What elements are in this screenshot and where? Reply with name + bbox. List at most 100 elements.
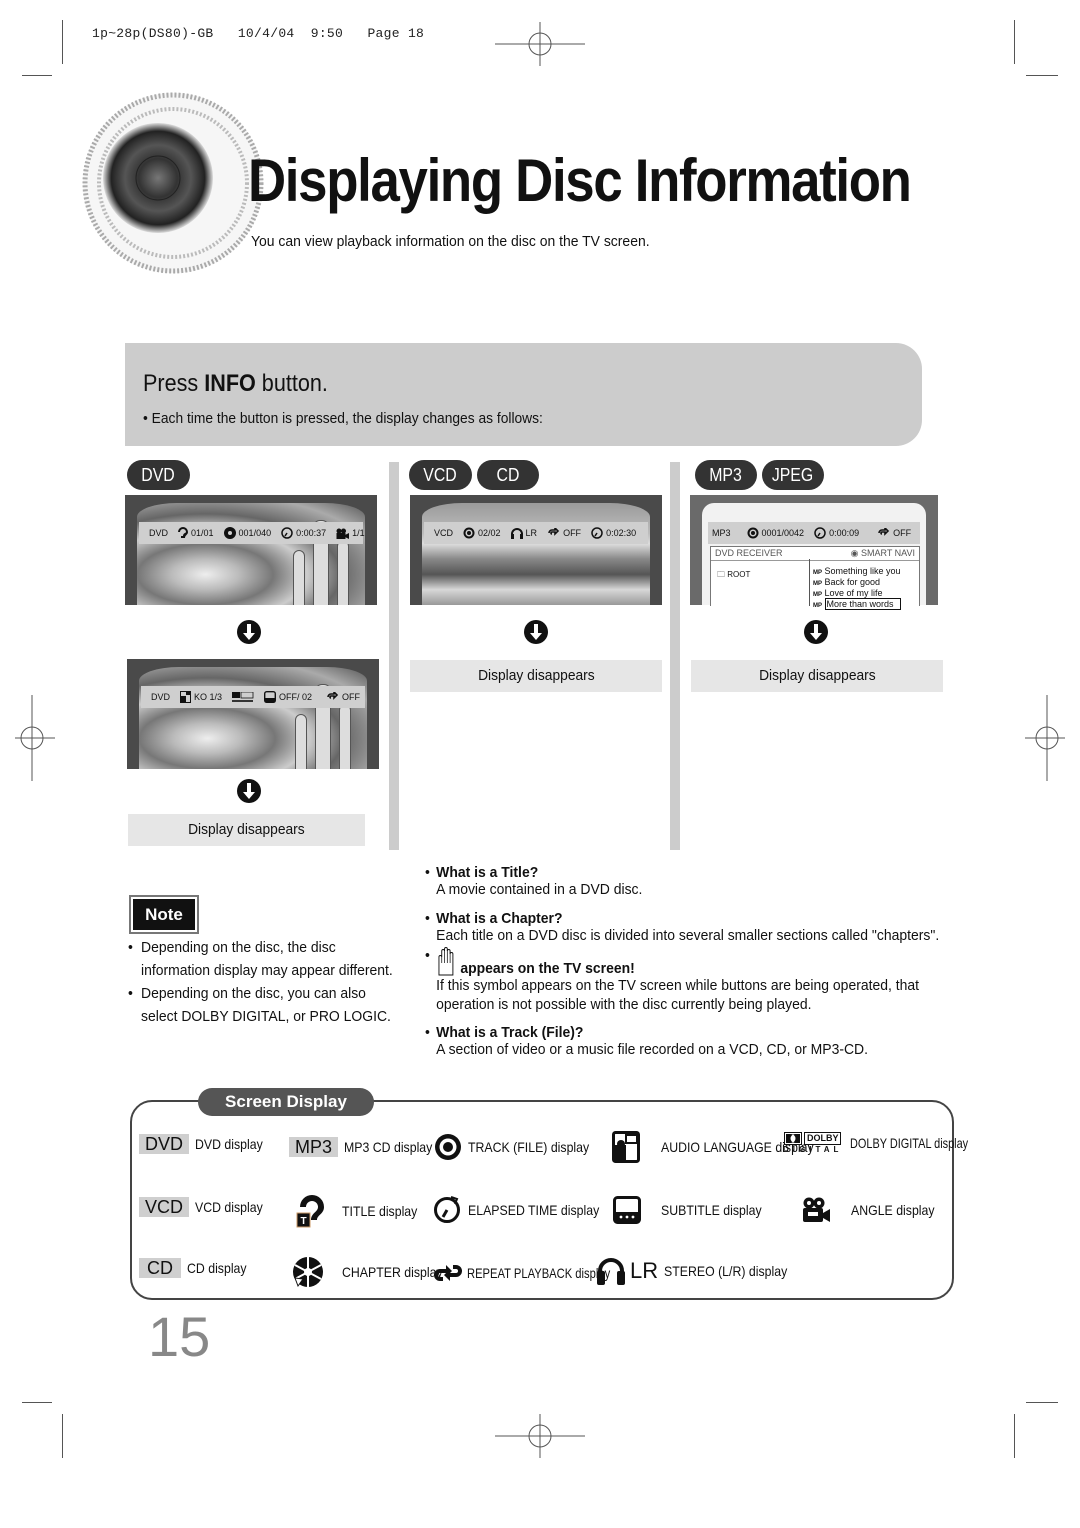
elapsed-time-icon (434, 1196, 460, 1223)
screen-display-title: Screen Display (198, 1088, 374, 1116)
repeat-icon (434, 1265, 462, 1281)
track-icon (435, 1134, 461, 1160)
down-arrow-icon (804, 620, 828, 644)
faq-item: What is a Title? A movie contained in a … (425, 864, 985, 900)
dvd-tag: DVD (139, 1134, 190, 1154)
display-disappears-vcd: Display disappears (410, 660, 662, 692)
repeat-icon (548, 528, 560, 536)
legend-angle: ANGLE display (801, 1197, 946, 1223)
crop-mark (62, 20, 63, 64)
osd-repeat: OFF (877, 528, 911, 538)
down-arrow-icon (524, 620, 548, 644)
badge-vcd: VCD (409, 460, 472, 490)
smart-navi-label: ◉ SMART NAVI (850, 548, 915, 558)
osd-audio-language: KO 1/3 (180, 691, 222, 703)
print-slug: 1p~28p(DS80)-GB 10/4/04 9:50 Page 18 (92, 26, 425, 41)
title-icon (178, 527, 189, 538)
badge-cd: CD (477, 460, 539, 490)
crop-mark (22, 1402, 52, 1403)
hand-icon (438, 947, 454, 976)
registration-mark (15, 695, 55, 781)
legend-subtitle: SUBTITLE display (613, 1196, 775, 1224)
legend-cd: CD CD display (139, 1258, 255, 1278)
audio-language-icon (612, 1131, 640, 1163)
repeat-icon (878, 528, 890, 536)
crop-mark (1014, 1414, 1015, 1458)
elapsed-time-icon (591, 527, 603, 539)
smart-navigator: DVD RECEIVER ◉ SMART NAVI 🗀 ROOT MP Some… (710, 546, 920, 610)
angle-icon (803, 1197, 830, 1222)
crop-mark (62, 1414, 63, 1458)
osd-subtitle: OFF/ 02 (264, 691, 312, 703)
faq-item: What is a Track (File)? A section of vid… (425, 1024, 985, 1060)
dolby-digital-icon: DOLBY DIGITAL (783, 1132, 843, 1154)
stereo-icon (510, 527, 523, 539)
crop-mark (22, 75, 52, 76)
file-item-selected[interactable]: MP More than words (813, 598, 901, 611)
info-key: INFO (204, 370, 256, 397)
display-disappears-mp3: Display disappears (691, 660, 943, 692)
down-arrow-icon (237, 779, 261, 803)
page-title: Displaying Disc Information (248, 147, 912, 214)
osd-dvd-label: DVD (151, 692, 171, 702)
track-icon (747, 527, 759, 539)
page-subtitle: You can view playback information on the… (251, 233, 650, 250)
page-number: 15 (148, 1305, 211, 1368)
badge-mp3: MP3 (695, 460, 757, 490)
crop-mark (1026, 1402, 1058, 1403)
column-divider (389, 462, 399, 850)
osd-chapter: 001/040 (223, 527, 271, 539)
note-badge: Note (129, 895, 199, 934)
svg-text:T: T (300, 1216, 306, 1227)
instruction-bullet: • Each time the button is pressed, the d… (143, 410, 543, 427)
instruction-heading: Press INFO button. (143, 370, 328, 397)
mp3-tag: MP3 (289, 1137, 339, 1157)
elapsed-time-icon (814, 527, 826, 539)
legend-elapsed-time: ELAPSED TIME display (433, 1196, 617, 1224)
osd-dvd-label: DVD (149, 528, 169, 538)
subtitle-icon (264, 691, 277, 703)
track-icon (463, 527, 475, 539)
osd-track: 02/02 (463, 527, 501, 539)
vcd-screen: VCD 02/02 LR OFF 0:02:30 (410, 495, 662, 605)
file-list: MP Something like you MP Back for good M… (813, 567, 901, 611)
chapter-icon (293, 1257, 323, 1288)
dvd-screen-2: DVD KO 1/3 OFF/ 02 OFF (127, 659, 379, 769)
column-divider (670, 462, 680, 850)
folder-root[interactable]: 🗀 ROOT (717, 569, 750, 583)
legend-dolby: DOLBY DIGITAL DOLBY DIGITAL display (783, 1132, 969, 1154)
speaker-icon (82, 92, 264, 274)
osd-elapsed-time: 0:00:09 (814, 527, 859, 539)
crop-mark (1026, 75, 1058, 76)
legend-dvd: DVD DVD display (139, 1134, 272, 1154)
angle-icon (336, 528, 350, 539)
vcd-tag: VCD (139, 1197, 190, 1217)
dolby-digital-icon (232, 691, 254, 702)
note-list: Depending on the disc, the discinformati… (128, 937, 418, 1028)
note-item: Depending on the disc, the discinformati… (128, 937, 398, 982)
faq-list: What is a Title? A movie contained in a … (425, 864, 985, 1060)
osd-angle: 1/1 (336, 528, 365, 539)
mp3-screen: MP3 0001/0042 0:00:09 OFF DVD RECEIVER ◉… (690, 495, 938, 610)
registration-mark (495, 22, 585, 66)
osd-title: 01/01 (178, 527, 214, 539)
repeat-icon (327, 692, 339, 700)
stereo-lr-text: LR (630, 1258, 659, 1283)
crop-mark (1014, 20, 1015, 64)
osd-repeat: OFF (326, 692, 360, 702)
legend-track: TRACK (FILE) display (434, 1133, 606, 1161)
osd-elapsed-time: 0:02:30 (591, 527, 636, 539)
elapsed-time-icon (281, 527, 293, 539)
badge-dvd: DVD (127, 460, 190, 490)
stereo-icon (597, 1258, 625, 1285)
registration-mark (1025, 695, 1065, 781)
dvd-screen-1: DVD 01/01 001/040 0:00:37 1/1 (125, 495, 377, 605)
osd-track: 0001/0042 (747, 527, 804, 539)
chapter-icon (223, 527, 236, 539)
osd-dolby (232, 691, 254, 703)
osd-vcd-label: VCD (434, 528, 454, 538)
osd-repeat: OFF (547, 528, 581, 538)
legend-vcd: VCD VCD display (139, 1197, 272, 1217)
down-arrow-icon (237, 620, 261, 644)
navigator-header: DVD RECEIVER (715, 548, 783, 558)
